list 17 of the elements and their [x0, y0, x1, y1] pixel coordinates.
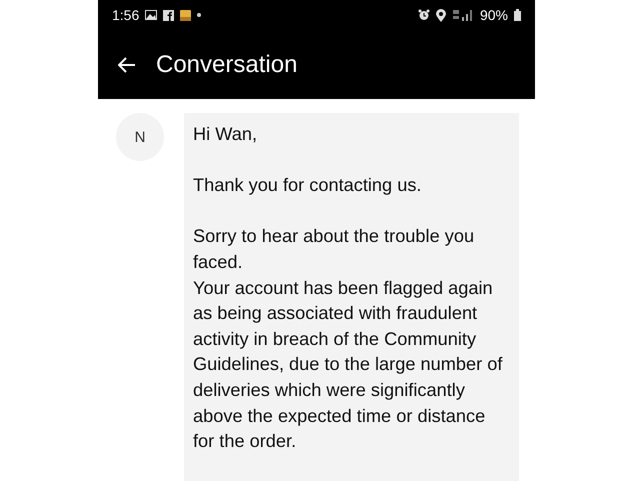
location-icon: [436, 8, 446, 22]
message-text: Sorry to hear about the trouble you faced.: [193, 225, 476, 274]
alarm-icon: [418, 9, 430, 21]
battery-icon: [514, 9, 521, 21]
status-time: 1:56: [112, 7, 140, 23]
screen-title: Conversation: [156, 50, 298, 78]
notification-icon: [180, 10, 192, 20]
facebook-icon: [163, 10, 174, 20]
dot-icon: [197, 13, 202, 17]
message-text: Thank you for contacting us.: [193, 174, 422, 198]
message-text: Hi Wan,: [193, 123, 258, 146]
message-text: Your account has been flagged again as being associated with fraudulent activity in breach of the Community Guidelines, due to the large number of deliveries which were significantly above the expected time or distance for the order.: [193, 276, 504, 454]
image-icon: [145, 10, 158, 20]
battery-percent: 90%: [480, 7, 508, 23]
signal-icon: [452, 9, 474, 21]
back-arrow-icon[interactable]: [118, 56, 136, 72]
avatar: N: [116, 113, 164, 161]
